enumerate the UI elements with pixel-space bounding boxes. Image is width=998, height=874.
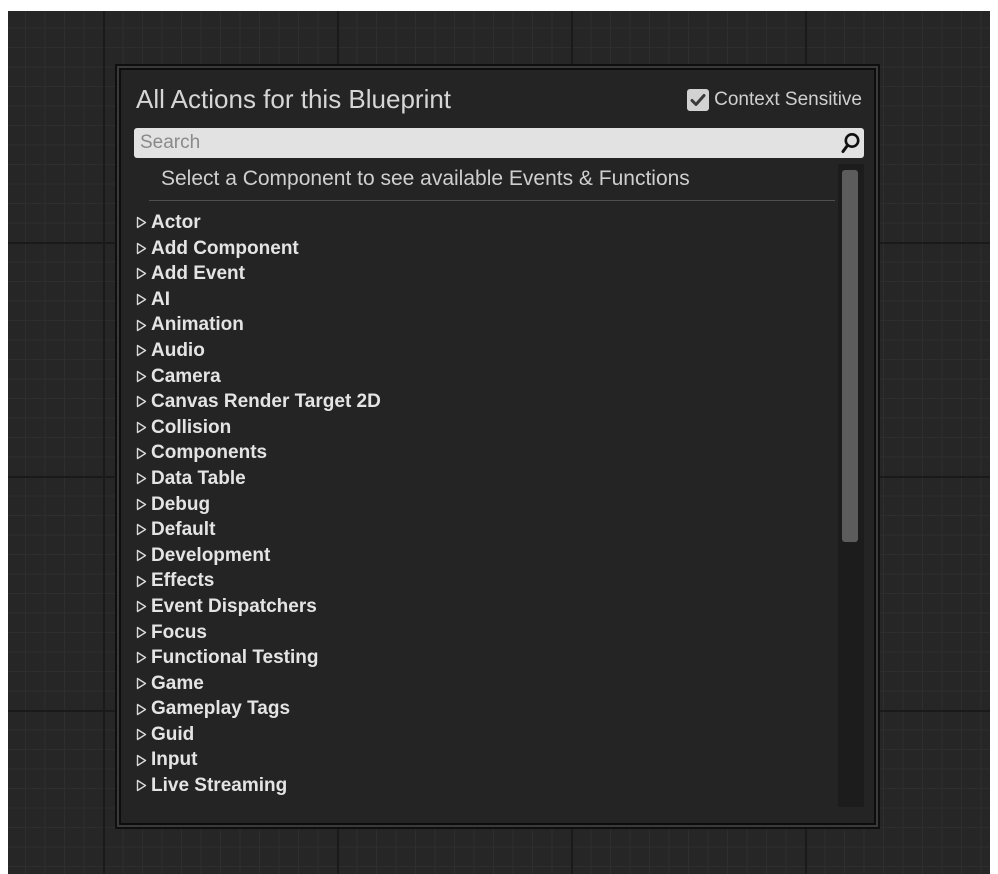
expand-arrow-icon[interactable] — [136, 754, 149, 767]
expand-arrow-icon[interactable] — [136, 549, 149, 562]
category-item[interactable]: Guid — [136, 722, 846, 748]
search-input[interactable] — [134, 129, 838, 157]
category-label: Audio — [151, 339, 205, 361]
search-box[interactable] — [134, 128, 864, 158]
category-item[interactable]: Development — [136, 543, 846, 569]
expand-arrow-icon[interactable] — [136, 575, 149, 588]
divider — [149, 200, 835, 201]
category-label: Live Streaming — [151, 775, 288, 797]
expand-arrow-icon[interactable] — [136, 344, 149, 357]
expand-arrow-icon[interactable] — [136, 779, 149, 792]
expand-arrow-icon[interactable] — [136, 651, 149, 664]
category-item[interactable]: Add Event — [136, 261, 846, 287]
search-button[interactable] — [838, 129, 864, 157]
category-label: Data Table — [151, 467, 246, 489]
category-label: Focus — [151, 621, 207, 643]
magnifier-icon — [841, 133, 860, 153]
category-label: AI — [151, 288, 170, 310]
category-label: Default — [151, 519, 216, 541]
category-item[interactable]: Debug — [136, 492, 846, 518]
category-item[interactable]: Animation — [136, 312, 846, 338]
expand-arrow-icon[interactable] — [136, 216, 149, 229]
category-item[interactable]: Audio — [136, 338, 846, 364]
category-label: Components — [151, 442, 268, 464]
category-tree: Actor Add Component Add Event AI Animation Au… — [136, 210, 846, 803]
category-label: Guid — [151, 723, 195, 745]
action-menu: All Actions for this Blueprint Context S… — [119, 68, 876, 825]
category-item[interactable]: LOD — [136, 799, 846, 803]
expand-arrow-icon[interactable] — [136, 293, 149, 306]
context-sensitive-label: Context Sensitive — [714, 89, 862, 110]
expand-arrow-icon[interactable] — [136, 626, 149, 639]
category-label: Functional Testing — [151, 647, 319, 669]
category-label: Event Dispatchers — [151, 595, 317, 617]
expand-arrow-icon[interactable] — [136, 447, 149, 460]
category-item[interactable]: Canvas Render Target 2D — [136, 389, 846, 415]
expand-arrow-icon[interactable] — [136, 472, 149, 485]
menu-title: All Actions for this Blueprint — [136, 84, 452, 114]
category-item[interactable]: Focus — [136, 620, 846, 646]
category-item[interactable]: Components — [136, 440, 846, 466]
category-item[interactable]: Default — [136, 517, 846, 543]
category-item[interactable]: Data Table — [136, 466, 846, 492]
category-item[interactable]: Game — [136, 671, 846, 697]
category-label: Add Component — [151, 237, 299, 259]
category-item[interactable]: Functional Testing — [136, 645, 846, 671]
category-item[interactable]: Event Dispatchers — [136, 594, 846, 620]
expand-arrow-icon[interactable] — [136, 728, 149, 741]
blueprint-graph-canvas[interactable]: All Actions for this Blueprint Context S… — [8, 11, 990, 874]
expand-arrow-icon[interactable] — [136, 703, 149, 716]
category-label: Input — [151, 749, 198, 771]
expand-arrow-icon[interactable] — [136, 242, 149, 255]
context-sensitive-toggle[interactable]: Context Sensitive — [687, 89, 862, 111]
expand-arrow-icon[interactable] — [136, 600, 149, 613]
category-label: Game — [151, 672, 204, 694]
category-item[interactable]: Input — [136, 747, 846, 773]
category-label: Canvas Render Target 2D — [151, 391, 381, 413]
expand-arrow-icon[interactable] — [136, 498, 149, 511]
category-item[interactable]: Camera — [136, 364, 846, 390]
context-sensitive-checkbox[interactable] — [687, 89, 710, 111]
category-label: Animation — [151, 314, 244, 336]
scrollbar-track[interactable] — [838, 164, 864, 807]
category-item[interactable]: Live Streaming — [136, 773, 846, 799]
expand-arrow-icon[interactable] — [136, 421, 149, 434]
category-item[interactable]: Add Component — [136, 236, 846, 262]
expand-arrow-icon[interactable] — [136, 677, 149, 690]
checkmark-icon — [690, 94, 706, 106]
category-label: Debug — [151, 493, 211, 515]
expand-arrow-icon[interactable] — [136, 395, 149, 408]
expand-arrow-icon[interactable] — [136, 267, 149, 280]
category-item[interactable]: Gameplay Tags — [136, 696, 846, 722]
category-label: Development — [151, 544, 271, 566]
scrollbar-thumb[interactable] — [842, 170, 858, 542]
category-item[interactable]: AI — [136, 287, 846, 313]
category-item[interactable]: Actor — [136, 210, 846, 236]
expand-arrow-icon[interactable] — [136, 523, 149, 536]
hint-text: Select a Component to see available Even… — [161, 167, 690, 190]
category-label: LOD — [151, 799, 191, 803]
category-label: Camera — [151, 365, 221, 387]
category-label: Add Event — [151, 263, 245, 285]
category-label: Gameplay Tags — [151, 698, 291, 720]
expand-arrow-icon[interactable] — [136, 319, 149, 332]
category-label: Actor — [151, 212, 201, 233]
expand-arrow-icon[interactable] — [136, 370, 149, 383]
category-label: Effects — [151, 570, 215, 592]
category-label: Collision — [151, 416, 232, 438]
category-item[interactable]: Effects — [136, 568, 846, 594]
category-item[interactable]: Collision — [136, 415, 846, 441]
